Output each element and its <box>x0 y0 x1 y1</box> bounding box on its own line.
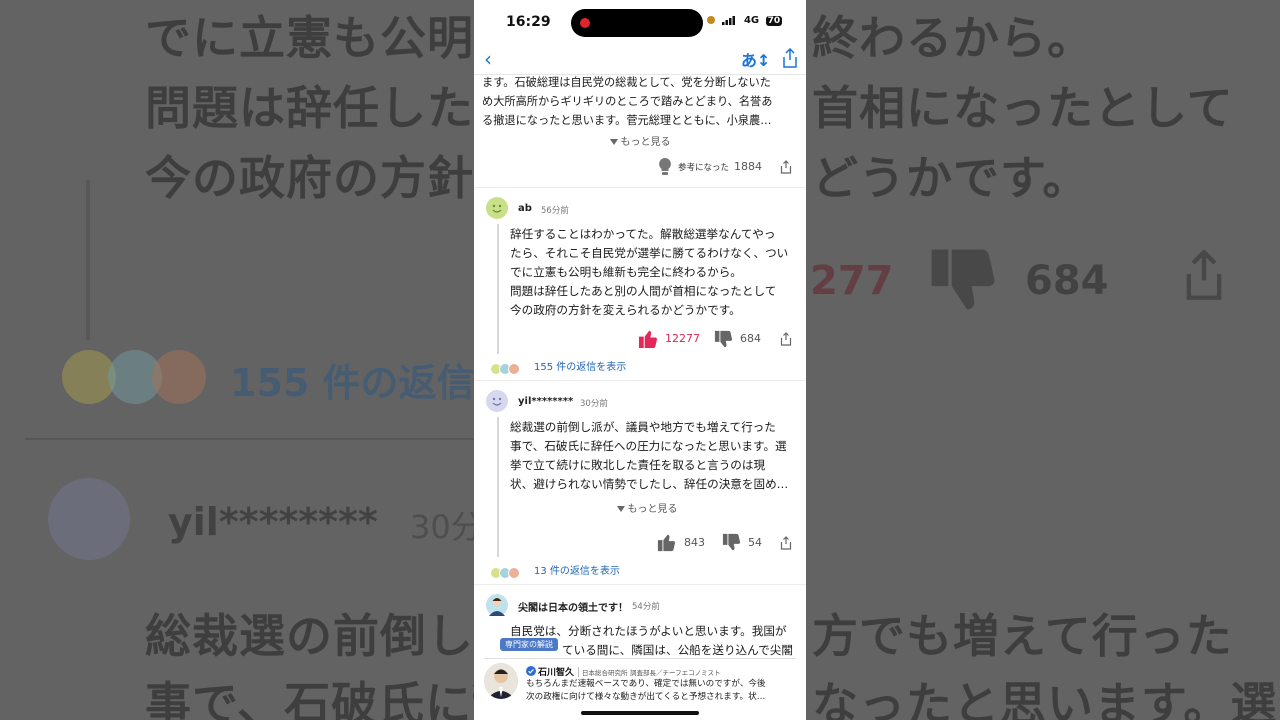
divider <box>474 584 806 585</box>
back-chevron-icon[interactable]: ‹ <box>484 47 492 71</box>
verified-check-icon <box>526 666 536 676</box>
comment-username[interactable]: 尖閣は日本の領土です！ <box>518 599 628 614</box>
top-comment-line: め大所高所からギリギリのところで踏みとどまり、名誉あ <box>482 95 773 108</box>
expert-commentary[interactable]: 石川智久 日本総合研究所 調査部長／チーフエコノミスト もちろんまだ速報ベースで… <box>484 658 796 711</box>
expand-triangle-icon <box>616 506 625 512</box>
share-icon[interactable] <box>782 48 798 68</box>
thumbs-up-icon[interactable] <box>637 328 660 349</box>
avatar-smiley-icon <box>486 197 508 219</box>
helpful-count: 1884 <box>734 160 762 173</box>
network-type: 4G <box>743 15 760 26</box>
thumbs-up-icon[interactable] <box>656 532 678 552</box>
like-count: 843 <box>684 536 705 549</box>
comment-username[interactable]: ab <box>518 203 532 214</box>
comment-time: 56分前 <box>541 206 569 216</box>
thread-line <box>497 224 499 354</box>
text-size-button[interactable]: あ↕ <box>741 47 770 71</box>
recording-dot-icon <box>580 18 590 28</box>
expand-triangle-icon <box>609 139 618 145</box>
avatar-person-icon <box>486 594 508 616</box>
top-comment-line: る撤退になったと思います。菅元総理とともに、小泉農… <box>482 114 772 127</box>
phone-screen: 16:29 4G 70 ‹ あ↕ ます。石破総理は自民党の総裁として、党を分断し… <box>474 0 806 720</box>
face-icon <box>508 566 520 579</box>
expert-text: もちろんまだ速報ベースであり、確定では無いのですが、今後 次の政権に向けて様々な… <box>526 679 766 702</box>
status-bar: 16:29 4G 70 <box>474 0 806 44</box>
top-more-link[interactable]: もっと見る <box>474 133 806 148</box>
top-comment-text: ます。石破総理は自民党の総裁として、党を分断しないた め大所高所からギリギリのと… <box>482 73 802 130</box>
dynamic-island <box>571 9 703 37</box>
face-icon <box>508 362 520 375</box>
comment-username[interactable]: yil******** <box>518 396 573 407</box>
dislike-count: 54 <box>748 536 762 549</box>
expert-name: 石川智久 <box>538 668 575 678</box>
status-time: 16:29 <box>506 14 551 30</box>
comment-share-icon[interactable] <box>780 536 792 550</box>
thumbs-down-icon[interactable] <box>721 533 743 553</box>
more-link[interactable]: もっと見る <box>474 500 806 515</box>
thumbs-down-icon[interactable] <box>713 330 735 350</box>
view-replies-link[interactable]: 155 件の返信を表示 <box>534 358 626 373</box>
divider <box>474 380 806 381</box>
dislike-count: 684 <box>740 332 761 345</box>
expert-badge: 専門家の解説 <box>500 638 558 651</box>
comment-body: 総裁選の前倒し派が、議員や地方でも増えて行った 事で、石破氏に辞任への圧力になっ… <box>510 420 789 491</box>
divider <box>474 187 806 188</box>
thread-line <box>497 417 499 557</box>
expert-org: 日本総合研究所 <box>578 667 628 677</box>
like-count: 12277 <box>665 332 700 345</box>
expert-title: 調査部長／チーフエコノミスト <box>630 669 721 677</box>
location-dot-icon <box>707 16 715 24</box>
top-comment-line: ます。石破総理は自民党の総裁として、党を分断しないた <box>482 76 771 89</box>
lightbulb-icon[interactable] <box>658 157 672 177</box>
nav-bar: ‹ あ↕ <box>474 44 806 75</box>
view-replies-link[interactable]: 13 件の返信を表示 <box>534 562 620 577</box>
comment-body: 辞任することはわかってた。解散総選挙なんてやっ たら、それこそ自民党が選挙に勝て… <box>510 227 789 317</box>
comment-time: 30分前 <box>580 399 608 409</box>
reply-avatars <box>490 562 520 581</box>
comment-share-icon[interactable] <box>780 332 792 346</box>
expert-photo <box>484 663 518 699</box>
status-indicators: 4G 70 <box>707 15 783 26</box>
helpful-label: 参考になった <box>678 163 730 173</box>
signal-icon <box>722 15 736 25</box>
home-indicator[interactable] <box>581 711 699 715</box>
comment-share-icon[interactable] <box>780 160 792 174</box>
reply-avatars <box>490 358 520 377</box>
avatar-smiley-icon <box>486 390 508 412</box>
comment-time: 54分前 <box>632 602 660 612</box>
battery-icon: 70 <box>765 16 783 26</box>
